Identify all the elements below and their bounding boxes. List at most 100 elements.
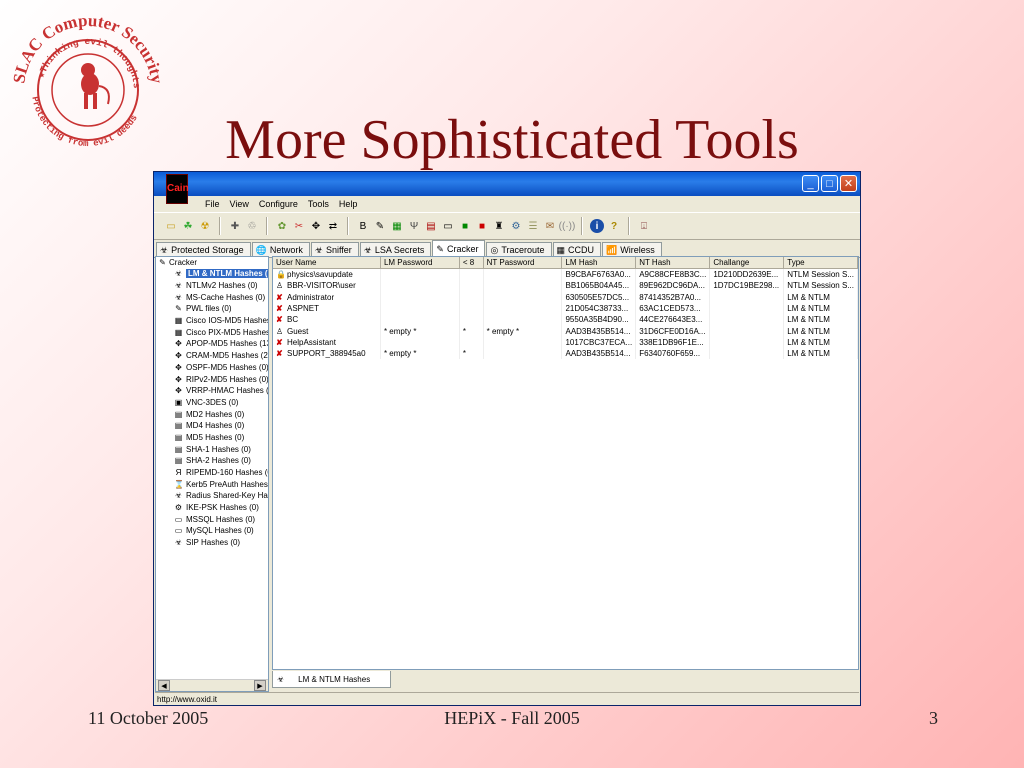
table-row[interactable]: ♙ BBR-VISITOR\user BB1065B04A45... 89E962DC…	[273, 280, 858, 292]
column-header[interactable]: NT Password	[483, 257, 563, 269]
close-button[interactable]: ✕	[840, 175, 857, 192]
table-cell: BB1065B04A45...	[561, 280, 637, 292]
tab-traceroute[interactable]: ◎ Traceroute	[486, 242, 552, 257]
tree-item[interactable]: ▣ VNC-3DES (0)	[156, 397, 268, 409]
column-header[interactable]: Challange	[709, 257, 785, 269]
table-cell: NTLM Session S...	[783, 280, 858, 292]
column-header[interactable]: Type	[783, 257, 858, 269]
tree-item[interactable]: ▦ Cisco PIX-MD5 Hashes	[156, 326, 268, 338]
tab-lm-ntlm-hashes[interactable]: ☣ LM & NTLM Hashes	[272, 671, 392, 688]
table-row[interactable]: ✘ SUPPORT_388945a0 * empty * * AAD3B435B514.…	[273, 348, 858, 360]
tree-item[interactable]: ✎ PWL files (0)	[156, 303, 268, 315]
tree-item[interactable]: ☣ SIP Hashes (0)	[156, 537, 268, 549]
add-icon[interactable]: ✚	[228, 219, 242, 233]
tree-item[interactable]: ▤ MD5 Hashes (0)	[156, 432, 268, 444]
table-row[interactable]: 🔒physics\savupdate B9CBAF6763A0... A9C88CF…	[273, 268, 858, 281]
antenna-icon[interactable]: Ψ	[407, 219, 421, 233]
tree-item-label: Radius Shared-Key Has	[186, 491, 268, 501]
base64-icon[interactable]: B	[356, 219, 370, 233]
tab-wireless[interactable]: 📶 Wireless	[602, 242, 662, 257]
table-row[interactable]: ✘ Administrator 630505E57DC5... 87414352B7A…	[273, 291, 858, 303]
tree-item[interactable]: ▤ MD4 Hashes (0)	[156, 420, 268, 432]
column-header[interactable]: NT Hash	[635, 257, 711, 269]
tab-network[interactable]: 🌐 Network	[251, 242, 310, 257]
tree-item-label: LM & NTLM Hashes (	[186, 269, 268, 279]
tree-item[interactable]: ▦ Cisco IOS-MD5 Hashes	[156, 315, 268, 327]
tree-item[interactable]: ☣ NTLMv2 Hashes (0)	[156, 280, 268, 292]
tree-item[interactable]: ✥ OSPF-MD5 Hashes (0)	[156, 362, 268, 374]
table-cell	[483, 336, 563, 349]
tool-icon-2[interactable]: ✂	[292, 219, 306, 233]
footer-page-number: 3	[929, 708, 938, 728]
green-box-icon[interactable]: ■	[458, 219, 472, 233]
wireless-icon[interactable]: ((·))	[559, 219, 576, 233]
menu-configure[interactable]: Configure	[254, 199, 303, 209]
password-icon[interactable]: ▭	[441, 219, 455, 233]
tree-item[interactable]: ▤ MD2 Hashes (0)	[156, 408, 268, 420]
tree-item[interactable]: ☣ LM & NTLM Hashes (	[156, 268, 268, 280]
tool-icon-4[interactable]: ♜	[492, 219, 506, 233]
tool-icon-3[interactable]: ✎	[373, 219, 387, 233]
radiation-icon[interactable]: ☢	[198, 219, 212, 233]
tree-item[interactable]: Я RIPEMD-160 Hashes (0	[156, 467, 268, 479]
exit-icon[interactable]: ⍗	[637, 219, 651, 233]
tree-item[interactable]: ⚙ IKE-PSK Hashes (0)	[156, 502, 268, 514]
info-icon[interactable]: i	[590, 219, 604, 233]
tree-root-cracker[interactable]: ✎ Cracker	[156, 257, 268, 268]
menu-file[interactable]: File	[200, 199, 225, 209]
tree-item[interactable]: ▭ MySQL Hashes (0)	[156, 525, 268, 537]
table-row[interactable]: ✘ ASPNET 21D054C38733... 63AC1CED573... LM &…	[273, 302, 858, 315]
network-icon[interactable]: ▦	[390, 219, 404, 233]
swap-icon[interactable]: ⇄	[326, 219, 340, 233]
tree-item[interactable]: ✥ RIPv2-MD5 Hashes (0)	[156, 373, 268, 385]
tree-item[interactable]: ☣ MS-Cache Hashes (0)	[156, 291, 268, 303]
help-icon[interactable]: ?	[607, 219, 621, 233]
title-bar[interactable]: Cain _ □ ✕	[154, 172, 860, 204]
sniffer-icon[interactable]: ☘	[181, 219, 195, 233]
scroll-left-icon[interactable]: ◀	[158, 680, 170, 691]
table-cell	[709, 348, 785, 360]
tab-lsa-secrets[interactable]: ☣ LSA Secrets	[359, 242, 432, 257]
tree-item[interactable]: ▤ SHA-2 Hashes (0)	[156, 455, 268, 467]
user-name: ASPNET	[287, 304, 320, 314]
maximize-button[interactable]: □	[821, 175, 838, 192]
red-box-icon[interactable]: ■	[475, 219, 489, 233]
move-icon[interactable]: ✥	[309, 219, 323, 233]
open-folder-icon[interactable]: ▭	[164, 219, 178, 233]
tree-item[interactable]: ☣ Radius Shared-Key Has	[156, 490, 268, 502]
table-cell	[459, 280, 484, 292]
tab-ccdu[interactable]: ▦ CCDU	[552, 242, 602, 257]
column-header[interactable]: User Name	[273, 257, 381, 269]
column-header[interactable]: LM Password	[380, 257, 460, 269]
table-row[interactable]: ✘ HelpAssistant 1017CBC37ECA... 338E1DB96F1…	[273, 336, 858, 349]
tool-icon-5[interactable]: ⚙	[509, 219, 523, 233]
tree-item[interactable]: ▤ SHA-1 Hashes (0)	[156, 443, 268, 455]
table-row[interactable]: ♙ Guest * empty * * * empty * AAD3B435B514...…	[273, 325, 858, 337]
tab-protected-storage[interactable]: ☣ Protected Storage	[156, 242, 251, 257]
tool-icon-6[interactable]: ✉	[543, 219, 557, 233]
tree-item[interactable]: ✥ CRAM-MD5 Hashes (2)	[156, 350, 268, 362]
hash-icon[interactable]: ▤	[424, 219, 438, 233]
table-row[interactable]: ✘ BC 9550A35B4D90... 44CE276643E3... LM & NT…	[273, 314, 858, 326]
tree-item[interactable]: ▭ MSSQL Hashes (0)	[156, 513, 268, 525]
column-header[interactable]: LM Hash	[561, 257, 637, 269]
remove-icon[interactable]: ♲	[245, 219, 259, 233]
tab-cracker[interactable]: ✎ Cracker	[432, 240, 486, 257]
scroll-right-icon[interactable]: ▶	[254, 680, 266, 691]
tree-horizontal-scrollbar[interactable]: ◀ ▶	[156, 679, 268, 691]
menu-view[interactable]: View	[225, 199, 254, 209]
column-header[interactable]: < 8	[459, 257, 484, 269]
tool-icon-1[interactable]: ✿	[275, 219, 289, 233]
tree-item-label: PWL files (0)	[186, 304, 232, 314]
tree-item[interactable]: ✥ VRRP-HMAC Hashes (0	[156, 385, 268, 397]
minimize-button[interactable]: _	[802, 175, 819, 192]
menu-tools[interactable]: Tools	[303, 199, 334, 209]
tab-sniffer[interactable]: ☣ Sniffer	[310, 242, 359, 257]
user-name: BC	[287, 315, 299, 325]
tree-item[interactable]: ⌛ Kerb5 PreAuth Hashes	[156, 478, 268, 490]
menu-help[interactable]: Help	[334, 199, 363, 209]
cracker-tree[interactable]: ✎ Cracker ☣ LM & NTLM Hashes (☣ NTLMv2 Has…	[155, 256, 269, 692]
database-icon[interactable]: ☰	[526, 219, 540, 233]
table-cell	[483, 280, 563, 292]
tree-item[interactable]: ✥ APOP-MD5 Hashes (13	[156, 338, 268, 350]
